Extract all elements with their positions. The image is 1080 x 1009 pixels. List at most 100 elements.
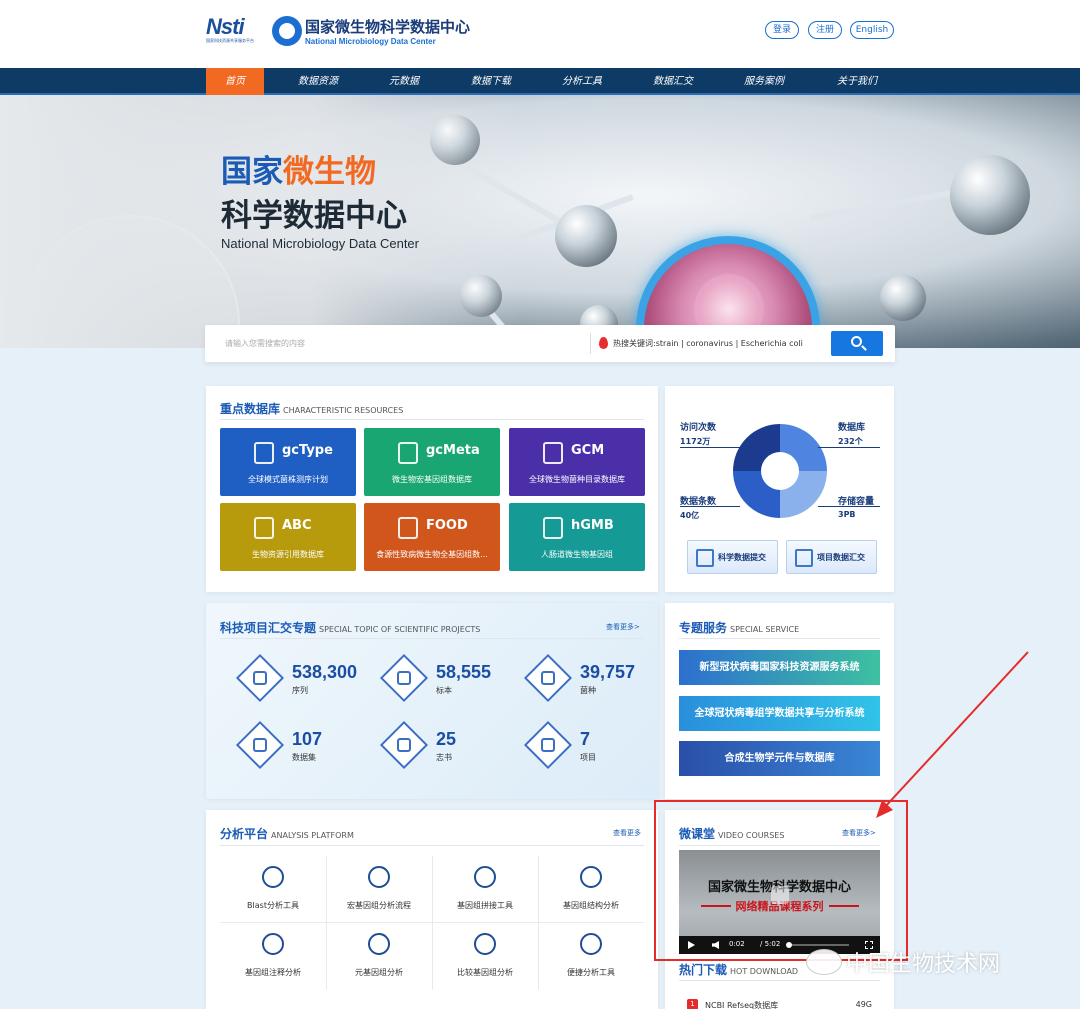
- panel-divider: [220, 845, 644, 846]
- search-button[interactable]: [831, 331, 883, 356]
- site-header: Nsti 国家科技资源共享服务平台 国家微生物科学数据中心 National M…: [0, 0, 1080, 68]
- tools-icon: [580, 933, 602, 955]
- icon-inner: [253, 738, 267, 752]
- download-row[interactable]: 1 NCBI Refseq数据库 49G: [679, 995, 880, 1009]
- chart-icon: [254, 517, 274, 539]
- wechat-icon: [806, 949, 842, 975]
- resources-title: 重点数据库 CHARACTERISTIC RESOURCES: [220, 400, 403, 417]
- tool-comparative-genomics[interactable]: 比较基因组分析: [432, 923, 538, 989]
- tool-genome-annotation[interactable]: 基因组注释分析: [220, 923, 326, 989]
- nav-item-data-submission[interactable]: 数据汇交: [644, 68, 702, 95]
- tool-label: 基因组拼接工具: [457, 901, 513, 910]
- tile-food[interactable]: FOOD 食源性致病微生物全基因组数...: [364, 503, 500, 571]
- molecule-bond: [809, 187, 969, 221]
- dataset-count: 107: [292, 729, 323, 749]
- panel-divider: [679, 638, 880, 639]
- login-button[interactable]: 登录: [765, 21, 799, 39]
- icon-inner: [253, 671, 267, 685]
- project-count: 7: [580, 729, 591, 749]
- hero-banner: [0, 95, 1080, 348]
- nav-item-analysis-tools[interactable]: 分析工具: [553, 68, 611, 95]
- icon-inner: [397, 671, 411, 685]
- banner-title-part: 国家: [221, 154, 283, 190]
- strain-count: 39,757: [580, 662, 636, 682]
- records-value: 40亿: [680, 511, 700, 520]
- nsti-logo[interactable]: Nsti 国家科技资源共享服务平台: [206, 14, 262, 46]
- nav-item-service-cases[interactable]: 服务案例: [735, 68, 793, 95]
- virus-icon: [262, 933, 284, 955]
- tool-quick-analysis[interactable]: 便捷分析工具: [538, 923, 644, 989]
- tool-genome-assembly[interactable]: 基因组拼接工具: [432, 856, 538, 922]
- flask-icon: [254, 442, 274, 464]
- stats-donut-chart: [733, 424, 827, 518]
- gear-icon: [398, 517, 418, 539]
- service-coronavirus-omics[interactable]: 全球冠状病毒组学数据共享与分析系统: [679, 696, 880, 731]
- fire-icon: [599, 337, 608, 349]
- banner-title-english: National Microbiology Data Center: [221, 236, 419, 251]
- projects-more-link[interactable]: 查看更多>: [606, 622, 640, 632]
- project-submit-button[interactable]: 项目数据汇交: [786, 540, 877, 574]
- tool-blast[interactable]: Blast分析工具: [220, 856, 326, 922]
- nav-item-data-download[interactable]: 数据下载: [462, 68, 520, 95]
- stat-connector: [818, 506, 880, 507]
- analysis-title: 分析平台 ANALYSIS PLATFORM: [220, 825, 354, 842]
- download-rank: 1: [687, 999, 698, 1009]
- nav-item-about-us[interactable]: 关于我们: [828, 68, 886, 95]
- stat-connector: [680, 506, 740, 507]
- resources-title-en: CHARACTERISTIC RESOURCES: [283, 406, 404, 415]
- tool-label: 基因组结构分析: [563, 901, 619, 910]
- visits-label: 访问次数: [680, 423, 717, 433]
- tile-hgmb[interactable]: hGMB 人肠道微生物基因组: [509, 503, 645, 571]
- search-bar: 请输入您需搜索的内容 热搜关键词:strain | coronavirus | …: [205, 325, 895, 362]
- data-submit-button[interactable]: 科学数据提交: [687, 540, 778, 574]
- hot-keywords[interactable]: 热搜关键词:strain | coronavirus | Escherichia…: [613, 338, 803, 349]
- tool-metagenome-analysis[interactable]: 元基因组分析: [326, 923, 432, 989]
- dna-search-icon: [262, 866, 284, 888]
- molecule-icon: [474, 866, 496, 888]
- tile-desc: 全球模式菌株测序计划: [248, 475, 328, 484]
- analysis-more-link[interactable]: 查看更多: [613, 828, 641, 838]
- tile-gcmeta[interactable]: gcMeta 微生物宏基因组数据库: [364, 428, 500, 496]
- panel-divider: [220, 419, 644, 420]
- service-covid-resources[interactable]: 新型冠状病毒国家科技资源服务系统: [679, 650, 880, 685]
- panel-divider: [679, 980, 880, 981]
- tile-abc[interactable]: ABC 生物资源引用数据库: [220, 503, 356, 571]
- tool-label: 便捷分析工具: [567, 968, 615, 977]
- visits-value: 1172万: [680, 437, 711, 446]
- search-icon: [851, 336, 862, 347]
- resources-title-cn: 重点数据库: [220, 402, 281, 416]
- download-name: NCBI Refseq数据库: [705, 1001, 779, 1009]
- tile-gctype[interactable]: gcType 全球模式菌株测序计划: [220, 428, 356, 496]
- specimen-count: 58,555: [436, 662, 492, 682]
- nmdc-logo-icon[interactable]: [272, 16, 302, 46]
- english-button[interactable]: English: [850, 21, 894, 39]
- tile-desc: 微生物宏基因组数据库: [392, 475, 472, 484]
- molecule-ball: [555, 205, 617, 267]
- search-input[interactable]: 请输入您需搜索的内容: [225, 338, 305, 349]
- petri-dish-icon: [368, 866, 390, 888]
- site-title: 国家微生物科学数据中心: [305, 18, 471, 36]
- stat-connector: [680, 447, 740, 448]
- nav-item-home[interactable]: 首页: [206, 68, 264, 95]
- tile-desc: 人肠道微生物基因组: [541, 550, 613, 559]
- special-service-title: 专题服务 SPECIAL SERVICE: [679, 619, 799, 636]
- molecule-ball: [950, 155, 1030, 235]
- projects-title-cn: 科技项目汇交专题: [220, 621, 317, 635]
- nav-item-metadata[interactable]: 元数据: [375, 68, 433, 95]
- service-synthetic-biology[interactable]: 合成生物学元件与数据库: [679, 741, 880, 776]
- register-button[interactable]: 注册: [808, 21, 842, 39]
- tool-metagenome-pipeline[interactable]: 宏基因组分析流程: [326, 856, 432, 922]
- molecule-ball: [880, 275, 926, 321]
- tool-label: 比较基因组分析: [457, 968, 513, 977]
- nsti-logo-text: Nsti: [206, 14, 245, 39]
- book-count: 25: [436, 729, 457, 749]
- special-service-title-en: SPECIAL SERVICE: [730, 625, 800, 634]
- site-subtitle: National Microbiology Data Center: [305, 37, 436, 46]
- nsti-logo-subtext: 国家科技资源共享服务平台: [206, 38, 254, 43]
- banner-title-line1: 国家微生物: [221, 146, 376, 191]
- tile-gcm[interactable]: GCM 全球微生物菌种目录数据库: [509, 428, 645, 496]
- banner-title-line2: 科学数据中心: [221, 198, 407, 234]
- tool-genome-structure[interactable]: 基因组结构分析: [538, 856, 644, 922]
- factory-icon: [795, 549, 813, 567]
- nav-item-data-resources[interactable]: 数据资源: [289, 68, 347, 95]
